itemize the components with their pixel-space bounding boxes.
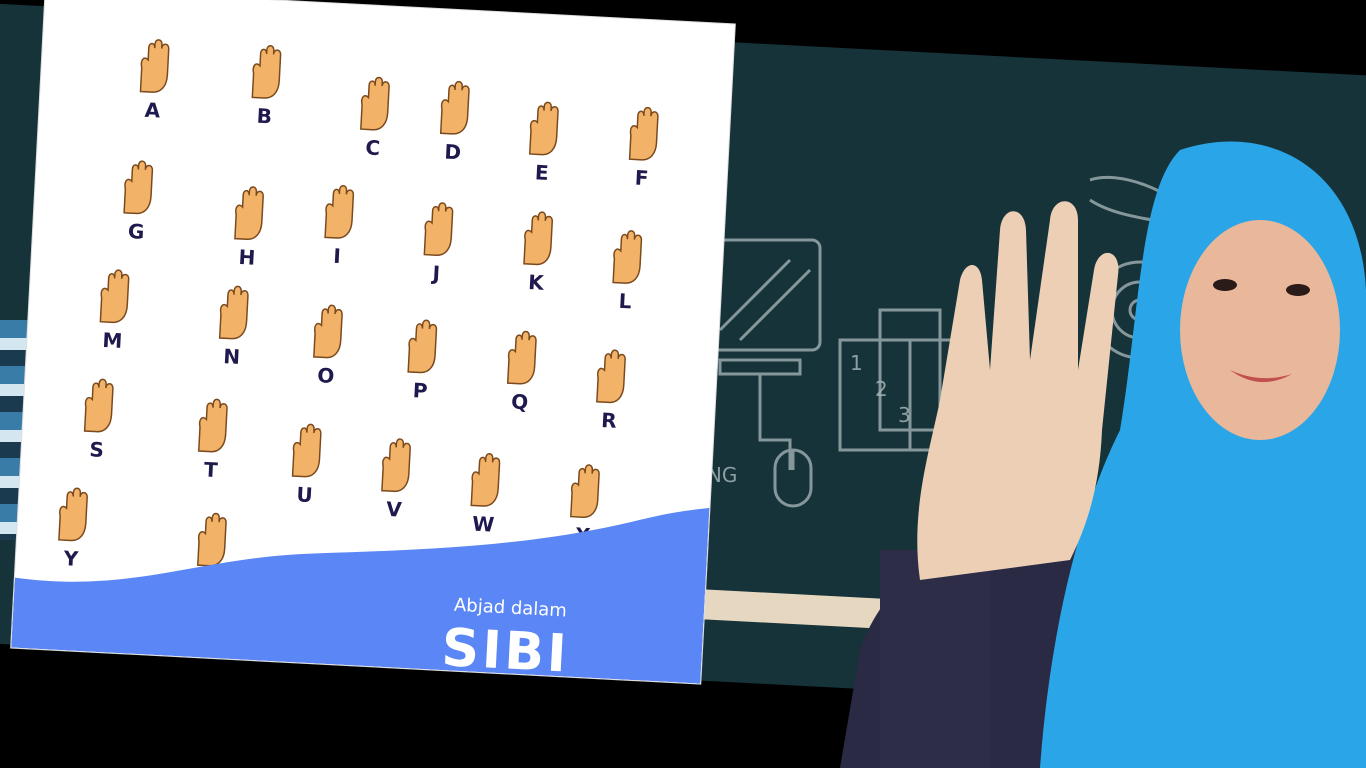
hand-sign-icon — [612, 230, 643, 284]
letter-label: N — [222, 344, 241, 370]
letter-sign-t: T — [175, 396, 249, 484]
letter-label: P — [412, 378, 429, 403]
letter-sign-d: D — [417, 78, 491, 166]
hand-sign-icon — [123, 160, 154, 215]
poster-title: SIBI — [440, 618, 571, 684]
poster-wave — [11, 507, 710, 684]
letter-sign-g: G — [101, 158, 175, 246]
hand-sign-icon — [324, 185, 355, 239]
letter-label: D — [443, 139, 462, 165]
hand-sign-icon — [360, 76, 390, 131]
sibi-alphabet-poster: ABCDEFGHIJKLMNOPQRSTUVWXYZ Abjad dalam S… — [11, 0, 735, 684]
letter-label: R — [600, 408, 618, 433]
letter-label: A — [144, 97, 161, 123]
letter-sign-f: F — [606, 104, 680, 192]
letter-sign-r: R — [573, 347, 647, 435]
hand-sign-icon — [423, 202, 454, 256]
letter-sign-b: B — [229, 42, 303, 130]
hand-sign-icon — [234, 186, 264, 241]
hand-sign-icon — [407, 319, 438, 374]
hand-sign-icon — [197, 398, 228, 453]
letter-label: H — [237, 244, 256, 270]
letter-sign-h: H — [211, 184, 285, 272]
hand-sign-icon — [439, 80, 470, 135]
hand-sign-icon — [291, 423, 322, 478]
letter-sign-n: N — [196, 283, 270, 371]
letter-sign-e: E — [506, 99, 580, 187]
letter-label: Q — [510, 389, 529, 415]
letter-label: I — [332, 243, 342, 269]
hand-sign-icon — [528, 101, 559, 156]
letter-label: L — [618, 288, 633, 314]
hand-sign-icon — [251, 45, 282, 99]
hand-sign-icon — [218, 285, 249, 340]
letter-label: M — [101, 327, 123, 353]
letter-label: C — [364, 135, 381, 161]
sleeve — [880, 550, 990, 768]
letter-sign-s: S — [61, 376, 135, 464]
hand-sign-icon — [523, 211, 554, 266]
hand-sign-icon — [99, 269, 130, 324]
letter-label: E — [534, 160, 550, 185]
letter-label: O — [316, 363, 335, 389]
letter-sign-p: P — [385, 317, 459, 405]
hand-sign-icon — [83, 378, 114, 433]
letter-label: J — [432, 261, 441, 286]
alphabet-grid: ABCDEFGHIJKLMNOPQRSTUVWXYZ — [46, 0, 735, 596]
letter-sign-q: Q — [484, 328, 558, 416]
letter-sign-m: M — [77, 267, 151, 355]
letter-sign-a: A — [117, 36, 191, 124]
letter-sign-j: J — [401, 199, 475, 287]
face — [1180, 220, 1340, 440]
letter-sign-o: O — [290, 302, 364, 390]
letter-sign-c: C — [337, 74, 411, 162]
letter-label: F — [634, 165, 650, 191]
hand-sign-icon — [628, 106, 659, 161]
letter-sign-k: K — [500, 209, 574, 297]
letter-sign-l: L — [590, 227, 664, 315]
letter-sign-i: I — [302, 182, 376, 270]
video-frame: NING 1 2 3 ABCDEFGHIJKLMNOPQRSTUVWXYZ Ab… — [0, 0, 1366, 768]
letter-label: G — [127, 219, 145, 244]
hand-sign-icon — [596, 349, 626, 404]
letter-label: S — [88, 437, 105, 463]
hand-sign-icon — [506, 330, 537, 385]
letter-label: K — [527, 270, 545, 295]
hand-sign-icon — [139, 39, 170, 93]
presenter — [840, 141, 1366, 768]
hand-sign-icon — [313, 304, 343, 359]
letter-label: B — [256, 103, 273, 129]
